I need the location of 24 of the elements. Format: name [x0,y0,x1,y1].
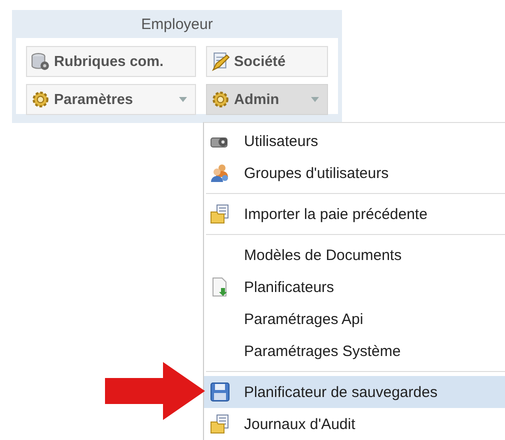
file-download-icon [210,277,230,297]
caret-icon [311,97,319,102]
caret-icon [179,97,187,102]
menu-item[interactable]: Groupes d'utilisateurs [204,157,505,189]
menu-item[interactable]: Journaux d'Audit [204,408,505,440]
menu-item[interactable]: Modèles de Documents [204,239,505,271]
menu-item[interactable]: Planificateurs [204,271,505,303]
panel-title: Employeur [140,15,214,35]
folder-document-icon [210,414,230,434]
toolbar-button[interactable]: Paramètres [26,84,196,115]
folder-document-icon [210,204,230,224]
toolbar-button[interactable]: Rubriques com. [26,46,196,77]
toolbar-button[interactable]: Admin [206,84,328,115]
users-icon [210,163,230,183]
document-pencil-icon [211,52,230,71]
gear-icon [211,90,230,109]
menu-item[interactable]: Utilisateurs [204,125,505,157]
menu-item[interactable]: Importer la paie précédente [204,198,505,230]
database-gear-icon [31,52,50,71]
gear-icon [31,90,50,109]
menu-item[interactable]: Paramétrages Système [204,335,505,367]
menu-item[interactable]: Paramétrages Api [204,303,505,335]
menu-item[interactable]: Planificateur de sauvegardes [204,376,505,408]
toolbar-button[interactable]: Société [206,46,328,77]
